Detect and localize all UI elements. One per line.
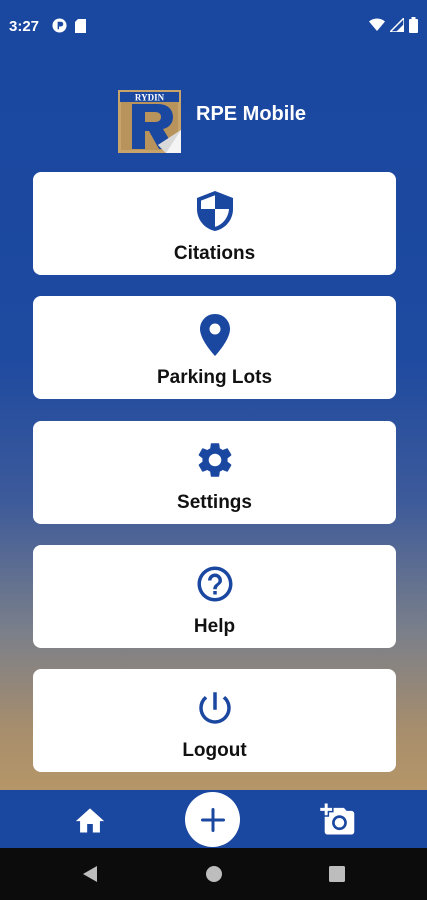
add-icon bbox=[200, 807, 225, 832]
battery-icon bbox=[409, 17, 418, 38]
app-title: RPE Mobile bbox=[196, 103, 307, 125]
settings-label: Settings bbox=[177, 492, 252, 513]
add-photo-icon[interactable] bbox=[320, 802, 356, 841]
notification-app-icon bbox=[52, 18, 67, 38]
citations-button[interactable]: Citations bbox=[33, 172, 396, 275]
home-icon[interactable] bbox=[73, 804, 107, 839]
parking-lots-button[interactable]: Parking Lots bbox=[33, 296, 396, 399]
shield-icon bbox=[196, 189, 233, 233]
rydin-logo: RYDIN bbox=[118, 90, 181, 153]
location-pin-icon bbox=[199, 313, 230, 357]
system-nav-bar bbox=[0, 848, 427, 900]
logout-label: Logout bbox=[182, 740, 247, 761]
gear-icon bbox=[194, 438, 236, 482]
help-button[interactable]: Help bbox=[33, 545, 396, 648]
bottom-nav bbox=[0, 790, 427, 848]
home-circle-icon[interactable] bbox=[205, 865, 223, 888]
status-bar: 3:27 bbox=[0, 0, 427, 68]
cell-signal-icon bbox=[388, 16, 405, 37]
brand-header: RYDIN RPE Mobile bbox=[118, 90, 306, 153]
recents-icon[interactable] bbox=[329, 866, 345, 887]
power-icon bbox=[194, 686, 236, 730]
help-circle-icon bbox=[194, 562, 236, 606]
status-icons-left bbox=[52, 18, 86, 38]
sd-card-icon bbox=[75, 18, 86, 38]
logo-text: RYDIN bbox=[135, 93, 165, 103]
logout-button[interactable]: Logout bbox=[33, 669, 396, 772]
settings-button[interactable]: Settings bbox=[33, 421, 396, 524]
status-icons-right bbox=[369, 16, 418, 38]
add-button[interactable] bbox=[185, 792, 240, 847]
status-time: 3:27 bbox=[9, 18, 40, 35]
parking-lots-label: Parking Lots bbox=[156, 367, 273, 388]
wifi-icon bbox=[369, 18, 385, 37]
help-label: Help bbox=[193, 616, 236, 637]
main-content: RYDIN RPE Mobile Citations Parking Lots … bbox=[0, 68, 427, 790]
back-icon[interactable] bbox=[82, 865, 98, 888]
citations-label: Citations bbox=[173, 243, 256, 264]
